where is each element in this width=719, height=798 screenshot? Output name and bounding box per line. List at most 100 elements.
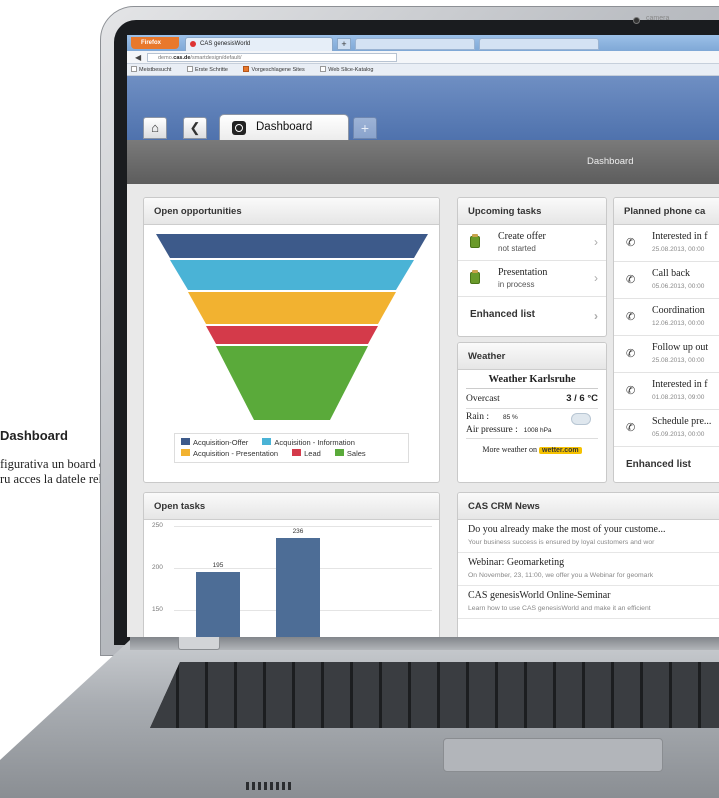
bookmark-icon xyxy=(186,66,193,72)
legend-swatch xyxy=(292,449,302,456)
legend-swatch xyxy=(181,449,190,456)
bookmark-label: Meistbesucht xyxy=(139,67,172,73)
browser-tab-blurred[interactable] xyxy=(355,38,475,50)
weather-condition: Overcast xyxy=(466,394,500,404)
panel-open-tasks: Open tasks 250 200 150 195 236 xyxy=(143,492,440,637)
call-date: 05.06.2013, 00:00 xyxy=(652,283,705,290)
call-item[interactable]: ✆ Call back 05.06.2013, 00:00 xyxy=(614,262,719,299)
call-title: Call back xyxy=(652,268,691,279)
pressure-label: Air pressure : xyxy=(466,425,518,435)
chevron-right-icon: › xyxy=(594,309,598,323)
funnel-segment[interactable] xyxy=(156,234,428,258)
legend-swatch xyxy=(334,449,344,456)
call-item[interactable]: ✆ Coordination 12.06.2013, 00:00 xyxy=(614,299,719,336)
weather-pressure: Air pressure : 1008 hPa xyxy=(466,424,598,437)
funnel-segment[interactable] xyxy=(170,260,414,290)
url-domain: cas.de xyxy=(173,55,191,61)
bar[interactable] xyxy=(276,537,320,637)
dashboard-icon xyxy=(232,121,246,135)
open-tasks-chart: 250 200 150 195 236 xyxy=(144,520,439,637)
page-title: Dashboard xyxy=(587,156,634,167)
call-item[interactable]: ✆ Schedule pre... 05.09.2013, 00:00 xyxy=(614,410,719,447)
task-status: not started xyxy=(498,244,536,253)
weather-location: Weather Karlsruhe xyxy=(466,374,598,389)
news-item[interactable]: Do you already make the most of your cus… xyxy=(458,520,719,553)
bar-value-label: 236 xyxy=(292,527,304,535)
back-button[interactable]: ❮ xyxy=(183,117,207,139)
legend-swatch xyxy=(262,438,272,445)
more-weather-link[interactable]: More weather on wetter.com xyxy=(466,445,598,454)
url-suffix: /smartdesign/default/ xyxy=(190,55,242,61)
task-item[interactable]: Create offer not started › xyxy=(458,225,606,261)
task-title: Presentation xyxy=(498,267,548,278)
vent-grille xyxy=(246,782,292,790)
legend-item: Sales xyxy=(334,449,372,458)
rain-value: 85 % xyxy=(502,414,518,421)
home-button[interactable]: ⌂ xyxy=(143,117,167,139)
funnel-segment[interactable] xyxy=(216,346,368,420)
news-item[interactable]: CAS genesisWorld Online-Seminar Learn ho… xyxy=(458,586,719,619)
funnel-segment[interactable] xyxy=(188,292,396,324)
bookmark-label: Web Slice-Katalog xyxy=(328,67,374,73)
clipboard-icon xyxy=(470,234,480,248)
call-item[interactable]: ✆ Interested in f 25.08.2013, 00:00 xyxy=(614,225,719,262)
browser-tab-blurred[interactable] xyxy=(479,38,599,50)
panel-title: Planned phone ca xyxy=(614,198,719,225)
rain-label: Rain : xyxy=(466,412,489,422)
weather-widget: Weather Karlsruhe Overcast 3 / 6 °C Rain… xyxy=(458,370,606,458)
webcam-label: camera xyxy=(646,15,670,22)
bookmark-item[interactable]: Vorgeschlagene Sites xyxy=(243,66,311,73)
enhanced-list-link[interactable]: Enhanced list xyxy=(614,447,719,482)
call-date: 25.08.2013, 00:00 xyxy=(652,357,705,364)
funnel-chart xyxy=(156,234,428,420)
enhanced-list-link[interactable]: Enhanced list › xyxy=(458,297,606,333)
back-arrow-icon[interactable]: ◀ xyxy=(135,53,141,62)
new-tab-button[interactable]: + xyxy=(337,38,351,50)
enhanced-list-label: Enhanced list xyxy=(470,309,536,320)
call-item[interactable]: ✆ Follow up out 25.08.2013, 00:00 xyxy=(614,336,719,373)
laptop-screen: Firefox CAS genesisWorld + ◀ demo.cas.de… xyxy=(127,35,719,637)
tab-dashboard[interactable]: Dashboard xyxy=(219,114,349,140)
browser-tab-active[interactable]: CAS genesisWorld xyxy=(185,37,333,51)
bookmark-item[interactable]: Meistbesucht xyxy=(131,66,178,73)
call-date: 12.06.2013, 00:00 xyxy=(652,320,705,327)
panel-weather: Weather Weather Karlsruhe Overcast 3 / 6… xyxy=(457,342,607,483)
bar[interactable] xyxy=(196,572,240,637)
url-field[interactable]: demo.cas.de/smartdesign/default/ xyxy=(147,53,397,62)
phone-icon: ✆ xyxy=(626,274,636,286)
legend-label: Acquisition - Information xyxy=(274,438,355,447)
panel-open-opportunities: Open opportunities Acquisition-Offer Acq… xyxy=(143,197,440,483)
call-title: Interested in f xyxy=(652,379,708,390)
legend-item: Acquisition-Offer xyxy=(181,438,254,447)
legend-item: Lead xyxy=(292,449,327,458)
dashboard-content: Open opportunities Acquisition-Offer Acq… xyxy=(127,184,719,637)
bookmark-icon xyxy=(243,66,250,72)
add-tab-button[interactable]: + xyxy=(353,117,377,139)
news-item[interactable]: Webinar: Geomarketing On November, 23, 1… xyxy=(458,553,719,586)
call-title: Schedule pre... xyxy=(652,416,712,427)
url-prefix: demo. xyxy=(158,55,174,61)
bookmark-item[interactable]: Erste Schritte xyxy=(186,66,235,73)
phone-icon: ✆ xyxy=(626,311,636,323)
task-item[interactable]: Presentation in process › xyxy=(458,261,606,297)
chevron-left-icon: ❮ xyxy=(189,120,201,135)
firefox-menu-button[interactable]: Firefox xyxy=(131,37,179,49)
phone-icon: ✆ xyxy=(626,237,636,249)
page-title-bar: Dashboard xyxy=(127,140,719,184)
pressure-value: 1008 hPa xyxy=(523,427,552,434)
more-weather-text: More weather on xyxy=(482,445,538,454)
legend-label: Acquisition-Offer xyxy=(193,438,249,447)
call-date: 05.09.2013, 00:00 xyxy=(652,431,705,438)
bookmark-item[interactable]: Web Slice-Katalog xyxy=(320,66,380,73)
funnel-segment[interactable] xyxy=(206,326,378,344)
call-item[interactable]: ✆ Interested in f 01.08.2013, 09:00 xyxy=(614,373,719,410)
browser-tab-strip: Firefox CAS genesisWorld + xyxy=(127,35,719,51)
news-title: Do you already make the most of your cus… xyxy=(468,524,666,535)
bookmark-label: Vorgeschlagene Sites xyxy=(251,67,305,73)
cloud-rain-icon xyxy=(571,413,591,425)
y-tick-label: 200 xyxy=(152,564,163,571)
bookmark-icon xyxy=(131,66,137,72)
legend-item: Acquisition - Presentation xyxy=(181,449,284,458)
legend-swatch xyxy=(181,438,190,445)
news-body: Your business success is ensured by loya… xyxy=(468,539,655,546)
